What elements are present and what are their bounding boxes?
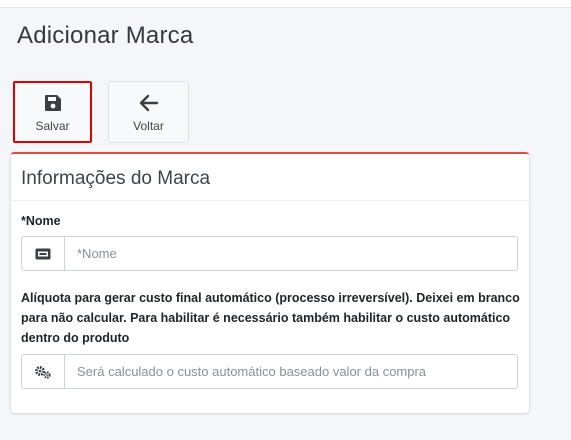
card-divider (11, 200, 529, 201)
back-button[interactable]: Voltar (108, 81, 189, 143)
name-input[interactable] (64, 236, 518, 271)
aliquota-input[interactable] (64, 354, 518, 389)
arrow-left-icon (138, 92, 160, 114)
save-button[interactable]: Salvar (13, 81, 92, 143)
floppy-disk-icon (42, 92, 64, 114)
aliquota-input-group (21, 354, 518, 389)
top-bar (0, 0, 571, 8)
name-input-group (21, 236, 518, 271)
gears-icon (21, 354, 64, 389)
aliquota-field-label: Alíquota para gerar custo final automáti… (21, 291, 520, 345)
save-button-label: Salvar (35, 118, 70, 133)
name-field-label: *Nome (21, 214, 61, 228)
back-button-label: Voltar (133, 118, 164, 133)
brand-info-card: Informações do Marca *Nome Alíquota para… (11, 152, 529, 413)
page-title: Adicionar Marca (17, 22, 194, 49)
id-card-icon (21, 236, 64, 271)
card-title: Informações do Marca (21, 168, 211, 189)
